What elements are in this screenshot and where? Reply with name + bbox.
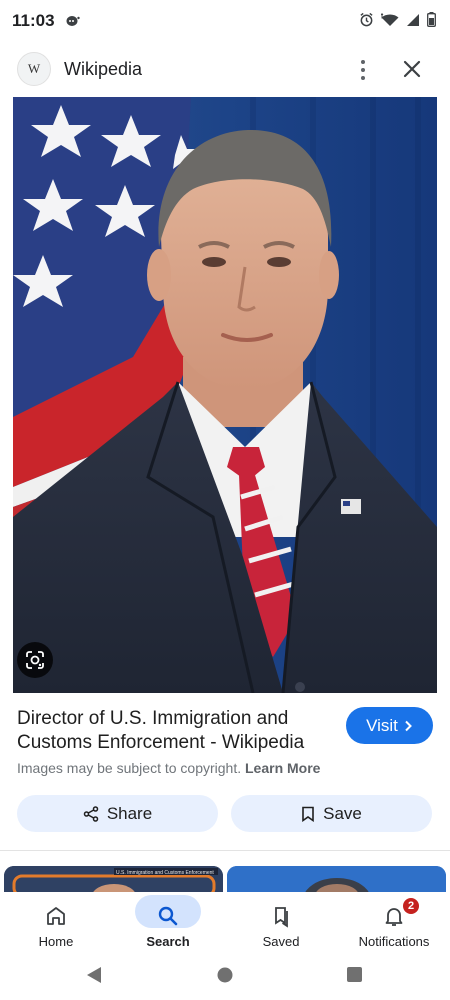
more-options-icon[interactable] (352, 56, 374, 84)
wikipedia-favicon: W (17, 52, 51, 86)
portrait-illustration (13, 97, 437, 693)
alarm-icon (359, 12, 374, 32)
site-name[interactable]: Wikipedia (64, 59, 142, 80)
battery-icon (427, 12, 436, 32)
status-time: 11:03 (12, 11, 55, 30)
visit-label: Visit (366, 715, 398, 735)
nav-label-home: Home (38, 934, 74, 949)
save-label: Save (323, 803, 362, 823)
bookmark-icon (302, 806, 314, 822)
assistant-notification-icon (66, 14, 80, 32)
bottom-navigation: Home Search Saved 2 Notifications (0, 892, 450, 954)
result-image[interactable] (13, 97, 437, 693)
recents-icon[interactable] (347, 967, 362, 982)
chevron-right-icon (405, 720, 412, 731)
copyright-text: Images may be subject to copyright. (17, 760, 242, 776)
status-bar: 11:03 (0, 0, 450, 42)
system-navigation-bar (0, 954, 450, 1000)
nav-search[interactable]: Search (118, 892, 218, 954)
saved-icon (275, 907, 288, 928)
close-icon[interactable] (400, 57, 424, 81)
nav-notifications[interactable]: 2 Notifications (344, 892, 444, 954)
wikipedia-logo-letter: W (27, 61, 41, 76)
share-icon (83, 805, 99, 822)
share-label: Share (106, 803, 153, 823)
save-button[interactable]: Save (231, 795, 432, 832)
home-icon (47, 907, 65, 925)
result-title[interactable]: Director of U.S. Immigration and Customs… (17, 707, 327, 755)
learn-more-link[interactable]: Learn More (245, 760, 320, 776)
thumbnail-caption: U.S. Immigration and Customs Enforcement (116, 870, 214, 876)
notification-badge: 2 (403, 898, 419, 914)
back-icon[interactable] (87, 967, 101, 983)
home-button-icon[interactable] (217, 967, 233, 983)
visit-button[interactable]: Visit (346, 707, 433, 744)
divider (0, 850, 450, 851)
source-header: W Wikipedia (0, 42, 450, 98)
signal-icon (406, 13, 420, 32)
status-icons (359, 12, 436, 32)
search-icon (158, 906, 178, 926)
nav-label-notifications: Notifications (358, 934, 430, 949)
nav-saved[interactable]: Saved (231, 892, 331, 954)
google-lens-button[interactable] (17, 642, 53, 678)
nav-label-saved: Saved (262, 934, 300, 949)
lens-icon (26, 651, 44, 669)
copyright-notice: Images may be subject to copyright. Lear… (17, 760, 320, 776)
nav-home[interactable]: Home (6, 892, 106, 954)
wifi-icon (380, 12, 399, 32)
nav-label-search: Search (146, 934, 190, 949)
share-button[interactable]: Share (17, 795, 218, 832)
